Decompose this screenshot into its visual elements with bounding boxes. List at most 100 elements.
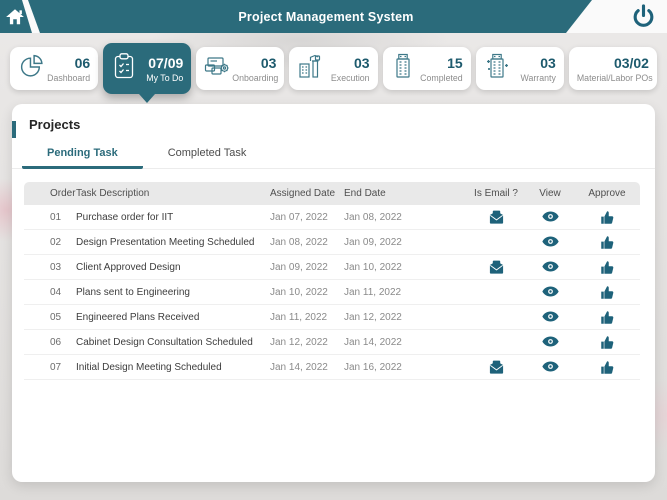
approve-cell[interactable] — [574, 360, 640, 375]
col-is-email: Is Email ? — [474, 188, 518, 199]
is-email-cell — [466, 360, 526, 374]
assigned-date-cell: Jan 14, 2022 — [270, 361, 328, 373]
nav-card-warranty[interactable]: 03 Warranty — [475, 47, 564, 90]
task-description-cell: Engineered Plans Received — [76, 311, 200, 323]
documents-gear-icon — [204, 53, 232, 84]
nav-card-value: 03 — [540, 54, 556, 71]
end-date-cell: Jan 16, 2022 — [344, 361, 402, 373]
projects-panel: Projects Pending Task Completed Task Ord… — [12, 104, 655, 482]
order-cell: 01 — [50, 211, 62, 223]
task-description-cell: Initial Design Meeting Scheduled — [76, 361, 222, 373]
end-date-cell: Jan 09, 2022 — [344, 236, 402, 248]
tasks-table: Order Task Description Assigned Date End… — [24, 182, 640, 380]
nav-card-label: Execution — [330, 72, 370, 83]
clipboard-checklist-icon — [111, 52, 137, 85]
approve-cell[interactable] — [574, 310, 640, 325]
task-description-cell: Cabinet Design Consultation Scheduled — [76, 336, 253, 348]
view-cell[interactable] — [526, 211, 574, 222]
approve-cell[interactable] — [574, 210, 640, 225]
table-row: 03 Client Approved Design Jan 09, 2022 Jan … — [24, 255, 640, 280]
view-cell[interactable] — [526, 311, 574, 322]
approve-thumb-up-icon — [600, 235, 615, 250]
end-date-cell: Jan 08, 2022 — [344, 211, 402, 223]
page-title: Projects — [29, 117, 81, 132]
power-button[interactable] — [631, 4, 656, 29]
building-icon — [391, 52, 415, 85]
heading-accent-bar — [12, 121, 16, 138]
order-cell: 02 — [50, 236, 62, 248]
nav-card-label: Material/Labor POs — [576, 72, 653, 83]
nav-card-label: Completed — [420, 72, 463, 83]
approve-cell[interactable] — [574, 235, 640, 250]
approve-thumb-up-icon — [600, 210, 615, 225]
home-icon — [5, 7, 25, 27]
order-cell: 03 — [50, 261, 62, 273]
task-description-cell: Design Presentation Meeting Scheduled — [76, 236, 255, 248]
nav-card-my-to-do[interactable]: 07/09 My To Do — [103, 43, 192, 103]
pie-chart-icon — [18, 53, 45, 85]
nav-card-material-labor-pos[interactable]: 03/02 Material/Labor POs — [568, 47, 657, 90]
end-date-cell: Jan 11, 2022 — [344, 286, 402, 298]
nav-card-onboarding[interactable]: 03 Onboarding — [196, 47, 285, 90]
title-band: Project Management System — [0, 0, 592, 33]
tab-pending-task[interactable]: Pending Task — [22, 141, 143, 169]
col-approve: Approve — [588, 188, 626, 199]
table-row: 04 Plans sent to Engineering Jan 10, 2022 J… — [24, 280, 640, 305]
approve-thumb-up-icon — [600, 360, 615, 375]
view-eye-icon — [541, 261, 559, 272]
approve-thumb-up-icon — [600, 310, 615, 325]
table-body: 01 Purchase order for IIT Jan 07, 2022 Jan … — [24, 205, 640, 380]
nav-card-label: Onboarding — [232, 72, 279, 83]
nav-card-label: Dashboard — [47, 72, 91, 83]
approve-cell[interactable] — [574, 335, 640, 350]
nav-card-execution[interactable]: 03 Execution — [289, 47, 378, 90]
table-row: 07 Initial Design Meeting Scheduled Jan 14… — [24, 355, 640, 380]
mail-icon — [489, 360, 504, 374]
assigned-date-cell: Jan 12, 2022 — [270, 336, 328, 348]
col-end-date: End Date — [344, 188, 386, 199]
tab-completed-task[interactable]: Completed Task — [143, 141, 272, 169]
power-icon — [631, 4, 656, 29]
view-eye-icon — [541, 286, 559, 297]
nav-card-value: 03 — [260, 54, 277, 71]
view-cell[interactable] — [526, 236, 574, 247]
task-description-cell: Client Approved Design — [76, 261, 181, 273]
view-cell[interactable] — [526, 361, 574, 372]
nav-card-dashboard[interactable]: 06 Dashboard — [10, 47, 99, 90]
nav-card-label: My To Do — [146, 72, 184, 83]
nav-cards-row: 06 Dashboard 07/09 My To Do 03 Onboardin… — [10, 43, 657, 103]
view-eye-icon — [541, 211, 559, 222]
table-header-row: Order Task Description Assigned Date End… — [24, 182, 640, 205]
view-eye-icon — [541, 311, 559, 322]
col-view: View — [539, 188, 561, 199]
col-assigned-date: Assigned Date — [270, 188, 336, 199]
table-row: 06 Cabinet Design Consultation Scheduled J… — [24, 330, 640, 355]
building-crane-icon — [297, 52, 323, 85]
mail-icon — [489, 260, 504, 274]
assigned-date-cell: Jan 08, 2022 — [270, 236, 328, 248]
col-task: Task Description — [76, 188, 150, 199]
view-cell[interactable] — [526, 286, 574, 297]
is-email-cell — [466, 260, 526, 274]
order-cell: 04 — [50, 286, 62, 298]
building-sparkle-icon — [484, 52, 510, 85]
nav-card-completed[interactable]: 15 Completed — [382, 47, 471, 90]
view-cell[interactable] — [526, 261, 574, 272]
approve-thumb-up-icon — [600, 260, 615, 275]
table-row: 01 Purchase order for IIT Jan 07, 2022 Jan … — [24, 205, 640, 230]
task-tabs: Pending Task Completed Task — [12, 141, 655, 169]
view-eye-icon — [541, 336, 559, 347]
approve-cell[interactable] — [574, 260, 640, 275]
top-bar: Project Management System — [0, 0, 667, 33]
order-cell: 07 — [50, 361, 62, 373]
end-date-cell: Jan 10, 2022 — [344, 261, 402, 273]
end-date-cell: Jan 14, 2022 — [344, 336, 402, 348]
order-cell: 05 — [50, 311, 62, 323]
assigned-date-cell: Jan 09, 2022 — [270, 261, 328, 273]
approve-thumb-up-icon — [600, 285, 615, 300]
app-title: Project Management System — [238, 9, 414, 24]
nav-card-value: 06 — [74, 54, 91, 71]
nav-card-label: Warranty — [520, 72, 556, 83]
approve-cell[interactable] — [574, 285, 640, 300]
view-cell[interactable] — [526, 336, 574, 347]
